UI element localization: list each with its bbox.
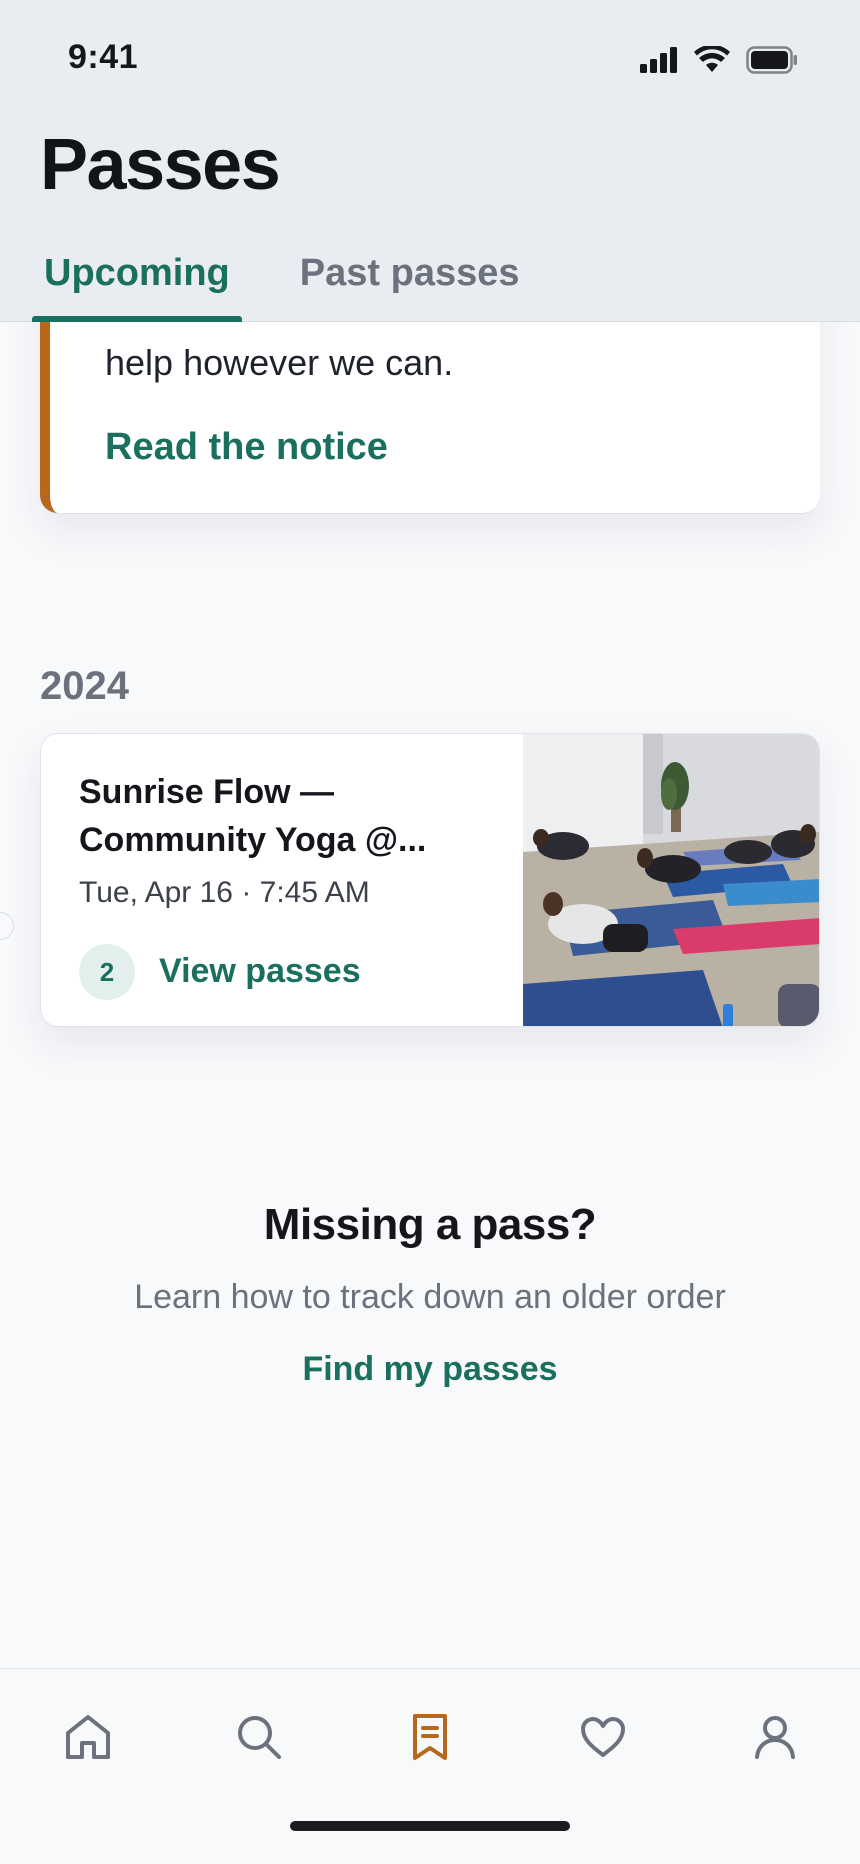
nav-profile[interactable] <box>745 1707 805 1767</box>
wifi-icon <box>694 46 730 72</box>
pass-count-badge: 2 <box>79 944 135 1000</box>
missing-pass-subtitle: Learn how to track down an older order <box>134 1278 726 1316</box>
bookmark-icon <box>413 1714 447 1760</box>
event-title: Sunrise Flow — Community Yoga @... <box>79 773 427 859</box>
nav-search[interactable] <box>229 1707 289 1767</box>
event-card[interactable]: Sunrise Flow — Community Yoga @... Tue, … <box>40 733 820 1027</box>
tab-past-passes[interactable]: Past passes <box>288 248 532 322</box>
nav-home[interactable] <box>58 1707 118 1767</box>
event-photo <box>523 734 819 1026</box>
missing-pass-title: Missing a pass? <box>263 1200 597 1249</box>
event-datetime: Tue, Apr 16 · 7:45 AM <box>79 876 370 909</box>
heart-icon <box>581 1717 625 1757</box>
profile-icon <box>755 1716 795 1759</box>
view-passes-link[interactable]: View passes <box>159 952 361 991</box>
status-icons <box>640 44 798 76</box>
home-indicator <box>290 1821 570 1831</box>
bottom-nav <box>0 1668 860 1864</box>
year-heading: 2024 <box>40 664 129 708</box>
status-time: 9:41 <box>68 38 139 76</box>
nav-favorites[interactable] <box>573 1707 633 1767</box>
home-icon <box>66 1715 110 1759</box>
cellular-signal-icon <box>640 47 677 73</box>
notice-body: help however we can. <box>105 342 454 383</box>
ticket-notch <box>0 912 14 940</box>
nav-passes[interactable] <box>400 1707 460 1767</box>
tab-bar: Upcoming Past passes <box>32 248 578 322</box>
find-my-passes-link[interactable]: Find my passes <box>0 1350 860 1389</box>
page-title: Passes <box>40 125 281 205</box>
search-icon <box>238 1716 281 1759</box>
header: 9:41 Passes Upcoming Past passes <box>0 0 860 322</box>
battery-icon <box>746 46 797 74</box>
read-notice-link[interactable]: Read the notice <box>105 426 388 469</box>
tab-upcoming[interactable]: Upcoming <box>32 248 242 322</box>
